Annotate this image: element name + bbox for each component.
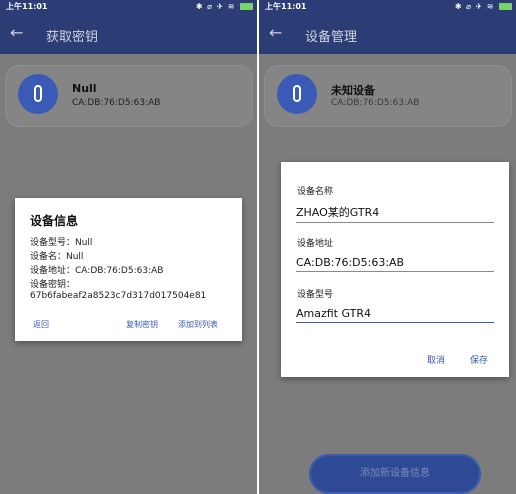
- device-name-field[interactable]: ZHAO某的GTR4: [296, 204, 494, 223]
- device-info-dialog: 设备信息 设备型号：Null 设备名：Null 设备地址：CA:DB:76:D5…: [15, 198, 242, 341]
- add-new-device-button[interactable]: 添加新设备信息: [309, 454, 481, 494]
- page-title: 设备管理: [305, 30, 358, 45]
- right-screen: 上午11:01 ✱ ⌀ ✈ ≋ ← 设备管理 未知设备 CA:DB:76:D5:…: [259, 0, 516, 494]
- page-title: 获取密钥: [46, 30, 99, 45]
- device-name-label: 设备名称: [297, 187, 334, 197]
- battery-icon: [499, 3, 512, 10]
- back-arrow-icon[interactable]: ←: [269, 23, 282, 42]
- address-line: 设备地址：CA:DB:76:D5:63:AB: [30, 266, 164, 276]
- add-to-list-button[interactable]: 添加到列表: [178, 319, 218, 330]
- device-name: 未知设备: [331, 84, 375, 97]
- device-card[interactable]: Null CA:DB:76:D5:63:AB: [5, 65, 253, 127]
- status-time: 上午11:01: [6, 2, 48, 11]
- copy-key-button[interactable]: 复制密钥: [126, 319, 158, 330]
- status-glyphs: ✱ ⌀ ✈ ≋: [195, 2, 236, 11]
- left-screen: 上午11:01 ✱ ⌀ ✈ ≋ ← 获取密钥 Null CA:DB:76:D5:…: [0, 0, 257, 494]
- status-icons: ✱ ⌀ ✈ ≋: [455, 0, 512, 14]
- dialog-title: 设备信息: [30, 214, 79, 228]
- device-mac: CA:DB:76:D5:63:AB: [72, 98, 161, 108]
- device-avatar: [18, 74, 58, 114]
- save-button[interactable]: 保存: [470, 353, 488, 366]
- status-icons: ✱ ⌀ ✈ ≋: [196, 0, 253, 14]
- model-line: 设备型号：Null: [30, 238, 93, 248]
- back-arrow-icon[interactable]: ←: [10, 23, 23, 42]
- device-model-field[interactable]: Amazfit GTR4: [296, 307, 494, 323]
- status-glyphs: ✱ ⌀ ✈ ≋: [454, 2, 495, 11]
- status-bar: 上午11:01 ✱ ⌀ ✈ ≋: [259, 0, 516, 14]
- status-time: 上午11:01: [265, 2, 307, 11]
- device-chip-icon: [34, 85, 42, 102]
- device-avatar: [277, 74, 317, 114]
- device-address-field[interactable]: CA:DB:76:D5:63:AB: [296, 256, 494, 272]
- app-bar: ← 获取密钥: [0, 14, 257, 54]
- battery-icon: [240, 3, 253, 10]
- back-button[interactable]: 返回: [33, 319, 49, 330]
- device-chip-icon: [293, 85, 301, 102]
- app-bar: ← 设备管理: [259, 14, 516, 54]
- name-line: 设备名：Null: [30, 252, 84, 262]
- device-model-label: 设备型号: [297, 290, 334, 300]
- key-label: 设备密钥：: [30, 280, 76, 290]
- device-name: Null: [72, 82, 97, 95]
- key-value: 67b6fabeaf2a8523c7d317d017504e81: [30, 291, 207, 301]
- device-mac: CA:DB:76:D5:63:AB: [331, 98, 420, 108]
- device-address-label: 设备地址: [297, 239, 334, 249]
- device-card[interactable]: 未知设备 CA:DB:76:D5:63:AB: [264, 65, 512, 127]
- edit-device-dialog: 设备名称 ZHAO某的GTR4 设备地址 CA:DB:76:D5:63:AB 设…: [281, 162, 509, 377]
- cancel-button[interactable]: 取消: [427, 353, 445, 366]
- status-bar: 上午11:01 ✱ ⌀ ✈ ≋: [0, 0, 257, 14]
